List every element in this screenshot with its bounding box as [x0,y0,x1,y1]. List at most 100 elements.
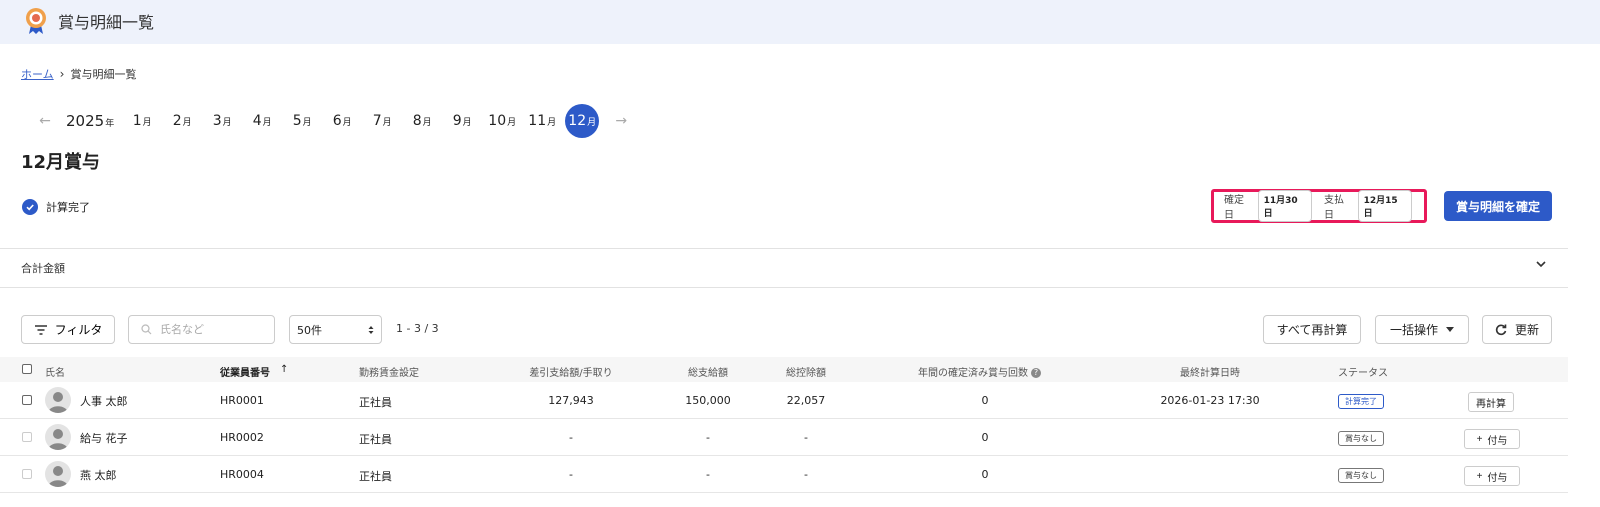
pay-date-chip[interactable]: 12月15日 [1357,190,1412,222]
pay-date-label: 支払日 [1324,195,1344,221]
filter-lines-icon [34,324,47,335]
grant-row-button[interactable]: + 付与 [1464,429,1520,449]
refresh-icon [1495,324,1507,335]
employee-name: 燕 太郎 [80,469,117,482]
month-number: 6 [332,113,342,129]
employee-no: HR0004 [220,468,264,481]
year-label: 2025年 [66,112,114,130]
month-button-8[interactable]: 8月 [402,113,442,129]
breadcrumb-current: 賞与明細一覧 [70,68,137,81]
month-unit: 月 [302,118,312,128]
month-button-4[interactable]: 4月 [242,113,282,129]
recalc-all-button[interactable]: すべて再計算 [1263,315,1361,344]
pagination-range: 1 - 3 / 3 [396,322,439,335]
search-icon [141,324,152,335]
last-calc-time: 2026-01-23 17:30 [1160,394,1260,407]
grant-row-button[interactable]: + 付与 [1464,466,1520,486]
month-navigator: ← 2025年 1月 2月 3月 4月 5月 6月 7月 8月 9月 10月 1… [34,104,632,138]
month-button-9[interactable]: 9月 [442,113,482,129]
month-unit: 月 [262,118,272,128]
gross-pay: - [706,468,710,481]
chevron-down-icon[interactable] [1535,258,1547,270]
breadcrumb-home-link[interactable]: ホーム [21,66,54,82]
row-checkbox[interactable] [22,469,32,479]
col-status: ステータス [1338,368,1388,379]
col-last-calc: 最終計算日時 [1180,368,1240,379]
col-name: 氏名 [45,368,65,379]
sort-ascending-icon[interactable]: ↑ [280,364,288,375]
calc-status: 計算完了 [22,199,90,215]
month-button-10[interactable]: 10月 [482,113,522,129]
pay-setting: 正社員 [359,433,392,446]
per-page-select[interactable]: 50件 [289,315,382,344]
page-title: 12月賞与 [21,152,101,173]
search-input[interactable] [160,323,260,336]
month-button-12-active[interactable]: 12月 [565,104,600,138]
col-bonus-count: 年間の確定済み賞与回数? [918,364,1041,379]
month-unit: 月 [382,118,392,128]
confirm-bonus-button[interactable]: 賞与明細を確定 [1444,191,1552,221]
month-button-7[interactable]: 7月 [362,113,402,129]
bonus-count: 0 [981,431,989,444]
updown-arrows-icon [368,325,374,334]
deduction: - [804,468,808,481]
month-number: 2 [172,113,182,129]
dates-panel: 確定日 11月30日 支払日 12月15日 [1211,189,1427,223]
confirm-date-label: 確定日 [1224,195,1244,221]
total-amount-label[interactable]: 合計金額 [21,260,65,276]
status-badge: 賞与なし [1338,468,1384,483]
col-deduction: 総控除額 [786,368,826,379]
month-unit: 月 [462,118,472,128]
plus-icon: + [1476,470,1483,482]
month-number: 9 [452,113,462,129]
month-unit: 月 [142,118,152,128]
month-button-6[interactable]: 6月 [322,113,362,129]
confirm-date-chip[interactable]: 11月30日 [1257,190,1312,222]
search-field[interactable] [128,315,275,344]
row-checkbox[interactable] [22,432,32,442]
app-title: 賞与明細一覧 [58,13,155,32]
month-number: 8 [412,113,422,129]
col-pay-setting: 勤務賃金設定 [359,368,419,379]
refresh-label: 更新 [1514,323,1539,337]
breadcrumb: ホーム › 賞与明細一覧 [21,66,136,82]
bonus-count: 0 [981,468,989,481]
next-month-arrow-icon[interactable]: → [610,113,632,129]
month-number: 12 [568,113,587,129]
divider [0,248,1568,249]
grant-row-label: 付与 [1487,472,1508,484]
employee-name: 給与 花子 [80,432,128,445]
month-button-3[interactable]: 3月 [202,113,242,129]
month-number: 10 [488,113,507,129]
month-number: 4 [252,113,262,129]
select-all-checkbox[interactable] [22,364,32,374]
employee-no: HR0002 [220,431,264,444]
filter-button[interactable]: フィルタ [21,315,115,344]
recalc-row-label: 再計算 [1476,398,1506,410]
col-net-pay: 差引支給額/手取り [529,368,613,379]
deduction: 22,057 [786,394,826,407]
row-checkbox[interactable] [22,395,32,405]
prev-month-arrow-icon[interactable]: ← [34,113,56,129]
year-value: 2025 [66,112,105,130]
help-circle-icon[interactable]: ? [1031,368,1041,378]
month-button-2[interactable]: 2月 [162,113,202,129]
bulk-actions-dropdown[interactable]: 一括操作 [1375,315,1469,344]
gross-pay: - [706,431,710,444]
refresh-button[interactable]: 更新 [1482,315,1552,344]
month-button-11[interactable]: 11月 [522,113,562,129]
pay-setting: 正社員 [359,396,392,409]
net-pay: - [569,468,573,481]
user-silhouette-icon [45,387,71,413]
month-unit: 月 [182,118,192,128]
col-gross-pay: 総支給額 [688,368,728,379]
month-number: 11 [528,113,547,129]
col-bonus-count-label: 年間の確定済み賞与回数 [918,368,1028,379]
col-employee-no[interactable]: 従業員番号 [220,364,270,379]
month-number: 5 [292,113,302,129]
month-button-5[interactable]: 5月 [282,113,322,129]
month-number: 7 [372,113,382,129]
recalc-row-button[interactable]: 再計算 [1468,392,1514,412]
month-button-1[interactable]: 1月 [122,113,162,129]
user-silhouette-icon [45,424,71,450]
